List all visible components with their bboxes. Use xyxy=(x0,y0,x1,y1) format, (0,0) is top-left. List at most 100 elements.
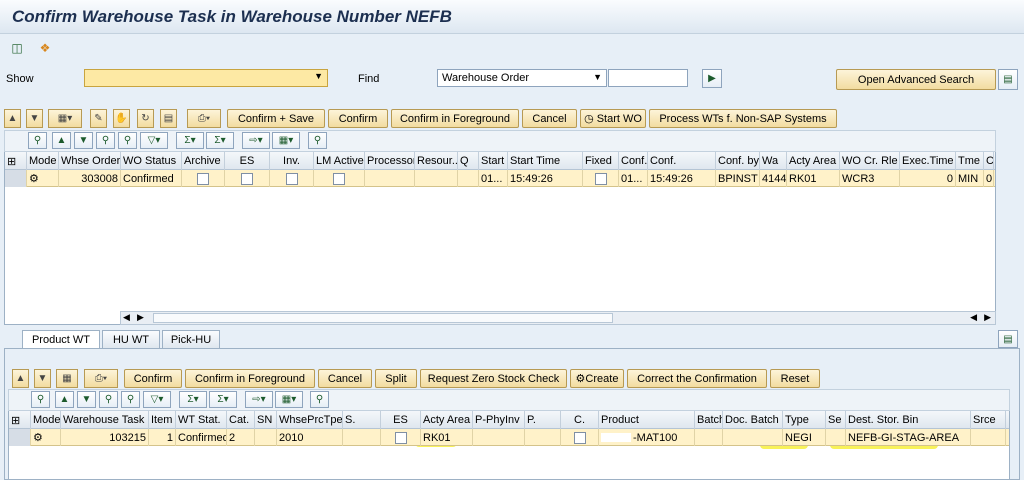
col-whse-prc-type[interactable]: WhsePrcTpe xyxy=(277,411,343,429)
col-resource[interactable]: Resour... xyxy=(415,152,458,170)
find-dropdown[interactable]: Warehouse Order ▼ xyxy=(437,69,607,87)
find-input[interactable] xyxy=(608,69,688,87)
col-mode[interactable]: Mode xyxy=(27,152,59,170)
fixed-checkbox[interactable] xyxy=(583,170,619,187)
refresh-icon[interactable]: ↻ xyxy=(137,109,154,128)
request-zero-stock-check-button[interactable]: Request Zero Stock Check xyxy=(420,369,567,388)
col-batch[interactable]: Batch xyxy=(695,411,723,429)
split-button[interactable]: Split xyxy=(375,369,417,388)
col-fixed[interactable]: Fixed xyxy=(583,152,619,170)
transaction-icon[interactable]: ❖ xyxy=(37,40,53,56)
col-processor[interactable]: Processor xyxy=(365,152,415,170)
confirm-foreground-button[interactable]: Confirm in Foreground xyxy=(185,369,315,388)
sort-descending-icon[interactable]: ▼ xyxy=(77,391,96,408)
cancel-button[interactable]: Cancel xyxy=(522,109,577,128)
table-settings-icon[interactable]: ▦ xyxy=(56,369,78,388)
find-icon[interactable]: ⚲ xyxy=(96,132,115,149)
layout-icon[interactable]: ▤ xyxy=(998,330,1018,348)
scrollbar-thumb[interactable] xyxy=(153,313,613,323)
es-checkbox[interactable] xyxy=(225,170,270,187)
col-wo-rule[interactable]: WO Cr. Rle xyxy=(840,152,900,170)
col-start[interactable]: Start xyxy=(479,152,508,170)
table-row[interactable]: ⚙ 103215 1 Confirmed 2 2010 RK01 -MAT100… xyxy=(9,429,1009,446)
col-c[interactable]: C xyxy=(984,152,994,170)
horizontal-scrollbar[interactable]: ◀ ▶ ◀ ▶ xyxy=(120,311,996,325)
confirm-foreground-button[interactable]: Confirm in Foreground xyxy=(391,109,519,128)
triangle-down-icon[interactable]: ▼ xyxy=(34,369,51,388)
subtotal-icon[interactable]: Σ▾ xyxy=(209,391,237,408)
col-wa[interactable]: Wa xyxy=(760,152,787,170)
col-inv[interactable]: Inv. xyxy=(270,152,314,170)
col-wt-status[interactable]: WT Stat. xyxy=(176,411,227,429)
tab-product-wt[interactable]: Product WT xyxy=(22,330,100,349)
col-warehouse-task[interactable]: Warehouse Task xyxy=(61,411,149,429)
inv-checkbox[interactable] xyxy=(270,170,314,187)
zoom-icon[interactable]: ⚲ xyxy=(308,132,327,149)
triangle-up-icon[interactable]: ▲ xyxy=(12,369,29,388)
save-icon[interactable]: ▤ xyxy=(160,109,177,128)
filter-icon[interactable]: ▽▾ xyxy=(143,391,171,408)
find-next-icon[interactable]: ⚲ xyxy=(121,391,140,408)
col-es[interactable]: ES xyxy=(225,152,270,170)
confirm-save-button[interactable]: Confirm + Save xyxy=(227,109,325,128)
lm-active-checkbox[interactable] xyxy=(314,170,365,187)
subtotal-icon[interactable]: Σ▾ xyxy=(206,132,234,149)
col-lm-active[interactable]: LM Active xyxy=(314,152,365,170)
correct-confirmation-button[interactable]: Correct the Confirmation xyxy=(627,369,767,388)
col-p-phyinv[interactable]: P-PhyInv xyxy=(473,411,525,429)
col-se[interactable]: Se xyxy=(826,411,846,429)
col-srce[interactable]: Srce xyxy=(971,411,1006,429)
col-s[interactable]: S. xyxy=(343,411,381,429)
process-non-sap-button[interactable]: Process WTs f. Non-SAP Systems xyxy=(649,109,837,128)
hand-icon[interactable]: ✋ xyxy=(113,109,130,128)
col-es[interactable]: ES xyxy=(381,411,421,429)
sort-ascending-icon[interactable]: ▲ xyxy=(52,132,71,149)
layout-grid-icon[interactable]: ▦▾ xyxy=(272,132,300,149)
create-button[interactable]: ⚙ Create xyxy=(570,369,624,388)
col-conf-time[interactable]: Conf. xyxy=(648,152,716,170)
sum-icon[interactable]: Σ▾ xyxy=(179,391,207,408)
export-icon[interactable]: ⇨▾ xyxy=(242,132,270,149)
select-all-icon[interactable]: ⊞ xyxy=(5,152,27,170)
table-settings-icon[interactable]: ▦▾ xyxy=(48,109,82,128)
sort-descending-icon[interactable]: ▼ xyxy=(74,132,93,149)
filter-icon[interactable]: ▽▾ xyxy=(140,132,168,149)
open-advanced-search-button[interactable]: Open Advanced Search xyxy=(836,69,996,90)
archive-checkbox[interactable] xyxy=(182,170,225,187)
export-icon[interactable]: ⇨▾ xyxy=(245,391,273,408)
col-acty-area[interactable]: Acty Area xyxy=(421,411,473,429)
col-start-time[interactable]: Start Time xyxy=(508,152,583,170)
confirm-button[interactable]: Confirm xyxy=(328,109,388,128)
col-sn[interactable]: SN xyxy=(255,411,277,429)
details-icon[interactable]: ⚲ xyxy=(28,132,47,149)
zoom-icon[interactable]: ⚲ xyxy=(310,391,329,408)
col-product[interactable]: Product xyxy=(599,411,695,429)
col-archive[interactable]: Archive xyxy=(182,152,225,170)
col-doc-batch[interactable]: Doc. Batch xyxy=(723,411,783,429)
print-icon[interactable]: ⎙▾ xyxy=(84,369,118,388)
col-exec-time[interactable]: Exec.Time xyxy=(900,152,956,170)
triangle-down-icon[interactable]: ▼ xyxy=(26,109,43,128)
col-whse-order[interactable]: Whse Order xyxy=(59,152,121,170)
col-conf-by[interactable]: Conf. by xyxy=(716,152,760,170)
col-tme[interactable]: Tme xyxy=(956,152,984,170)
find-next-icon[interactable]: ⚲ xyxy=(118,132,137,149)
scroll-left-icon[interactable]: ◀ xyxy=(123,312,130,323)
select-all-icon[interactable]: ⊞ xyxy=(9,411,31,429)
tab-hu-wt[interactable]: HU WT xyxy=(102,330,160,348)
triangle-up-icon[interactable]: ▲ xyxy=(4,109,21,128)
scroll-left-icon[interactable]: ◀ xyxy=(970,312,977,323)
col-dest-stor-bin[interactable]: Dest. Stor. Bin xyxy=(846,411,971,429)
tab-pick-hu[interactable]: Pick-HU xyxy=(162,330,220,348)
reset-button[interactable]: Reset xyxy=(770,369,820,388)
col-q[interactable]: Q xyxy=(458,152,479,170)
scroll-right-icon[interactable]: ▶ xyxy=(137,312,144,323)
sort-ascending-icon[interactable]: ▲ xyxy=(55,391,74,408)
layout-grid-icon[interactable]: ▦▾ xyxy=(275,391,303,408)
es-checkbox[interactable] xyxy=(381,429,421,446)
col-mode[interactable]: Mode xyxy=(31,411,61,429)
col-item[interactable]: Item xyxy=(149,411,176,429)
row-selector[interactable] xyxy=(5,170,27,187)
c-checkbox[interactable] xyxy=(561,429,599,446)
find-icon[interactable]: ⚲ xyxy=(99,391,118,408)
